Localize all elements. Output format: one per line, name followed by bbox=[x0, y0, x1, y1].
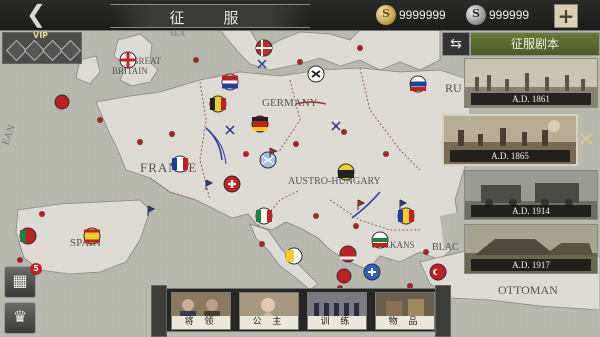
generals-button[interactable]: 将 领 bbox=[171, 292, 231, 330]
flag-britain[interactable] bbox=[119, 51, 137, 69]
vip-label: VIP bbox=[33, 31, 49, 40]
flag-ottoman[interactable] bbox=[429, 263, 447, 281]
flag-coast[interactable] bbox=[54, 94, 70, 110]
flag-denmark[interactable] bbox=[255, 39, 273, 57]
flag-prussia[interactable] bbox=[307, 65, 325, 83]
scenario-header: 征服剧本 bbox=[470, 32, 600, 56]
generals-label: 将 领 bbox=[172, 316, 230, 329]
items-button[interactable]: 物 品 bbox=[375, 292, 435, 330]
princess-button[interactable]: 公 主 bbox=[239, 292, 299, 330]
flag-russia[interactable] bbox=[409, 75, 427, 93]
swap-panel-button[interactable]: ⇆ bbox=[442, 32, 470, 56]
map-label-ottoman: OTTOMAN bbox=[498, 283, 558, 297]
flag-germany[interactable] bbox=[251, 115, 269, 133]
add-currency-button[interactable]: + bbox=[554, 4, 578, 28]
scenario-date: A.D. 1865 bbox=[450, 150, 570, 162]
title-plate: 征 服 bbox=[110, 4, 310, 28]
scenario-card-1865[interactable]: A.D. 1865 bbox=[442, 114, 578, 166]
bottom-menu: 将 领 公 主 训 练 物 品 bbox=[151, 285, 451, 337]
items-label: 物 品 bbox=[376, 316, 434, 329]
back-button[interactable]: ❮ bbox=[22, 2, 50, 26]
training-button[interactable]: 训 练 bbox=[307, 292, 367, 330]
flag-portugal[interactable] bbox=[19, 227, 37, 245]
scenario-card-1861[interactable]: A.D. 1861 bbox=[464, 58, 598, 108]
swap-icon: ⇆ bbox=[450, 36, 462, 52]
scenario-card-1914[interactable]: A.D. 1914 bbox=[464, 170, 598, 220]
silver-coin-icon: S bbox=[466, 5, 486, 25]
crossed-swords-icon: ✕ bbox=[577, 127, 595, 151]
flag-austria[interactable] bbox=[337, 163, 355, 181]
training-label: 训 练 bbox=[308, 316, 366, 329]
map-label-black-sea: BLAC bbox=[432, 242, 459, 253]
flag-romania[interactable] bbox=[397, 207, 415, 225]
page-title: 征 服 bbox=[169, 9, 251, 27]
flag-serbia[interactable] bbox=[339, 245, 357, 263]
flag-greece[interactable] bbox=[363, 263, 381, 281]
flag-vatican[interactable] bbox=[285, 247, 303, 265]
film-icon: ▦ bbox=[12, 271, 28, 290]
gold-coin-icon: S bbox=[376, 5, 396, 25]
silver-amount: 999999 bbox=[489, 8, 530, 22]
flag-balkan-minor[interactable] bbox=[336, 268, 352, 284]
scenario-date: A.D. 1914 bbox=[471, 205, 591, 217]
vip-badge-icon[interactable] bbox=[59, 39, 82, 62]
flag-spain[interactable] bbox=[83, 227, 101, 245]
map-label-austro-hungary: AUSTRO-HUNGARY bbox=[288, 176, 381, 187]
flag-bavaria[interactable] bbox=[259, 151, 277, 169]
map-label-france: FRANCE bbox=[140, 160, 197, 175]
notification-badge: 5 bbox=[30, 263, 42, 275]
scenario-card-1917[interactable]: A.D. 1917 bbox=[464, 224, 598, 274]
flag-bulgaria[interactable] bbox=[371, 231, 389, 249]
flag-italy[interactable] bbox=[255, 207, 273, 225]
silver-coin-symbol: S bbox=[472, 7, 480, 20]
game-screen: GREAT BRITAIN FRANCE GERMANY AUSTRO-HUNG… bbox=[0, 0, 600, 337]
map-label-russia: RU bbox=[445, 81, 462, 95]
top-bar: ❮ 征 服 S 9999999 S 999999 + bbox=[0, 0, 600, 31]
princess-label: 公 主 bbox=[240, 316, 298, 329]
flag-france[interactable] bbox=[171, 155, 189, 173]
flag-netherlands[interactable] bbox=[221, 73, 239, 91]
trophy-icon: ♛ bbox=[12, 307, 28, 326]
flag-belgium[interactable] bbox=[209, 95, 227, 113]
flag-switzerland[interactable] bbox=[223, 175, 241, 193]
achievements-button[interactable]: ♛ bbox=[4, 302, 36, 334]
back-arrow-icon: ❮ bbox=[25, 0, 47, 28]
gold-coin-symbol: S bbox=[382, 7, 390, 20]
scenario-date: A.D. 1917 bbox=[471, 259, 591, 271]
gold-amount: 9999999 bbox=[399, 8, 446, 22]
map-label-germany: GERMANY bbox=[262, 97, 318, 109]
vip-panel[interactable]: VIP bbox=[2, 31, 82, 64]
scenario-date: A.D. 1861 bbox=[471, 93, 591, 105]
